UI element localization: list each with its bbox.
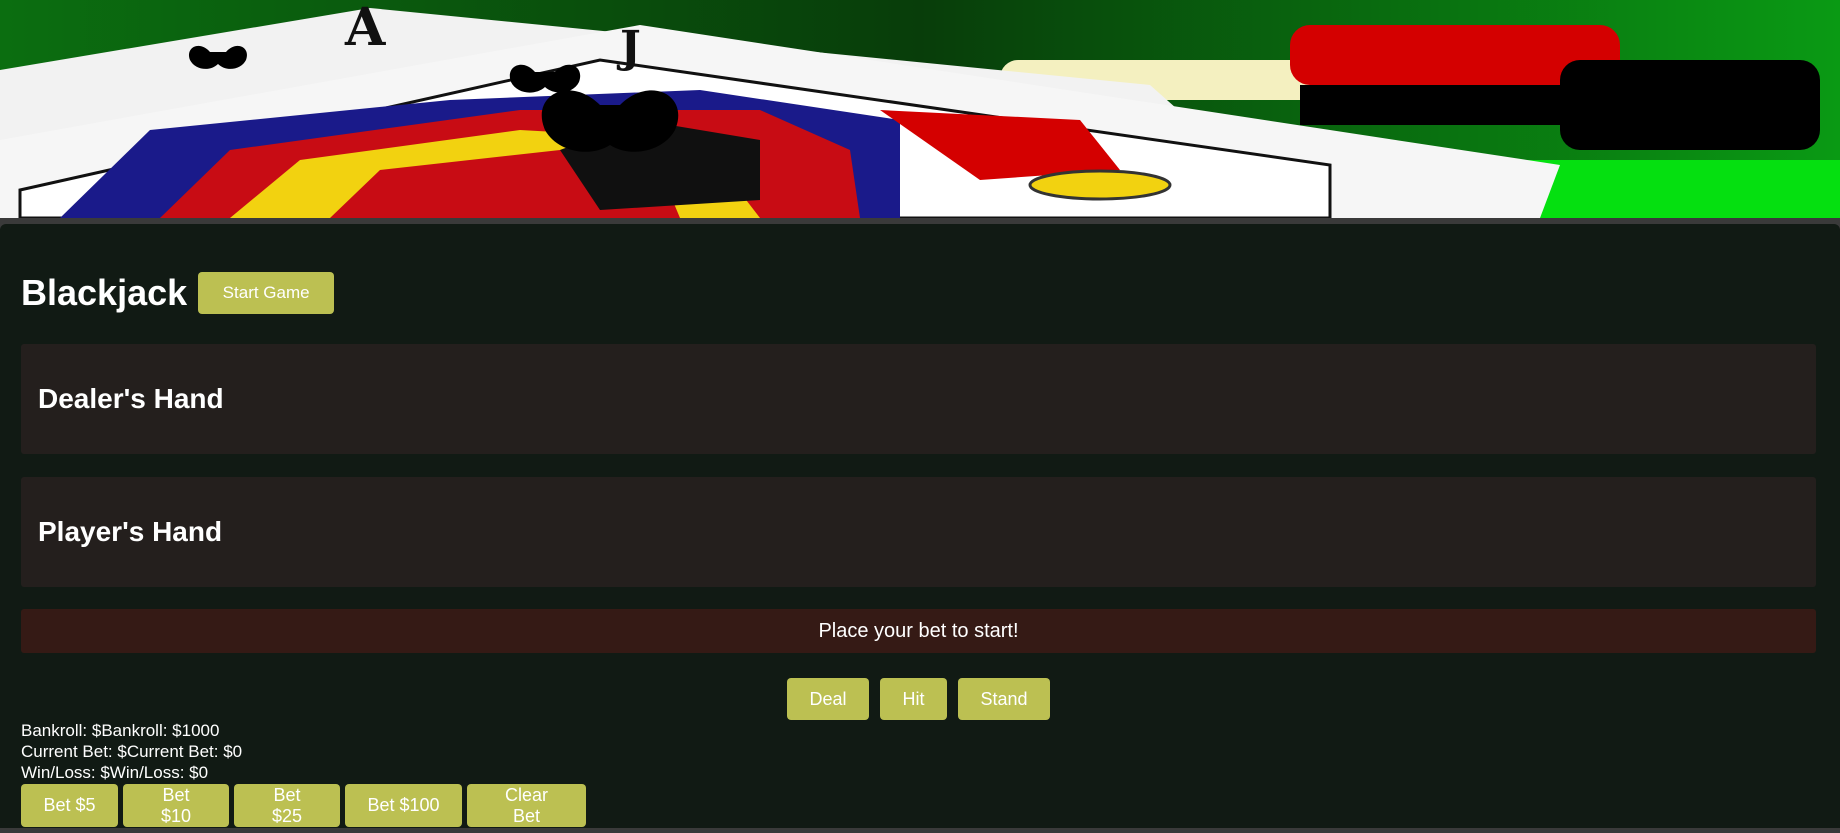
card-rank-j: J [616, 22, 641, 73]
deal-button[interactable]: Deal [787, 678, 869, 720]
win-loss-text: Win/Loss: $Win/Loss: $0 [21, 763, 209, 782]
bet-5-button[interactable]: Bet $5 [21, 784, 118, 827]
bet-buttons: Bet $5 Bet $10 Bet $25 Bet $100 Clear Be… [21, 784, 591, 827]
bet-10-button[interactable]: Bet $10 [123, 784, 229, 827]
bankroll-text: Bankroll: $Bankroll: $1000 [21, 721, 220, 740]
hit-button[interactable]: Hit [880, 678, 947, 720]
stand-button[interactable]: Stand [958, 678, 1050, 720]
clear-bet-button[interactable]: Clear Bet [467, 784, 586, 827]
title-row: Blackjack Start Game [21, 272, 335, 314]
card-rank-a: A [344, 0, 386, 58]
page-title: Blackjack [21, 272, 188, 313]
current-bet-text: Current Bet: $Current Bet: $0 [21, 742, 243, 761]
banner-image: A J [0, 0, 1840, 218]
bet-100-button[interactable]: Bet $100 [345, 784, 462, 827]
bet-25-button[interactable]: Bet $25 [234, 784, 340, 827]
playing-cards-illustration: A J [0, 0, 1840, 218]
game-panel: Blackjack Start Game Dealer's Hand Playe… [0, 224, 1840, 828]
dealer-hand-heading: Dealer's Hand [38, 383, 224, 414]
status-message: Place your bet to start! [21, 609, 1816, 653]
player-hand-heading: Player's Hand [38, 516, 223, 547]
start-game-button[interactable]: Start Game [198, 272, 335, 314]
player-hand-area: Player's Hand [21, 477, 1816, 587]
dealer-hand-area: Dealer's Hand [21, 344, 1816, 454]
action-buttons: Deal Hit Stand [787, 678, 1050, 720]
stats-block: Bankroll: $Bankroll: $1000 Current Bet: … [21, 720, 242, 783]
